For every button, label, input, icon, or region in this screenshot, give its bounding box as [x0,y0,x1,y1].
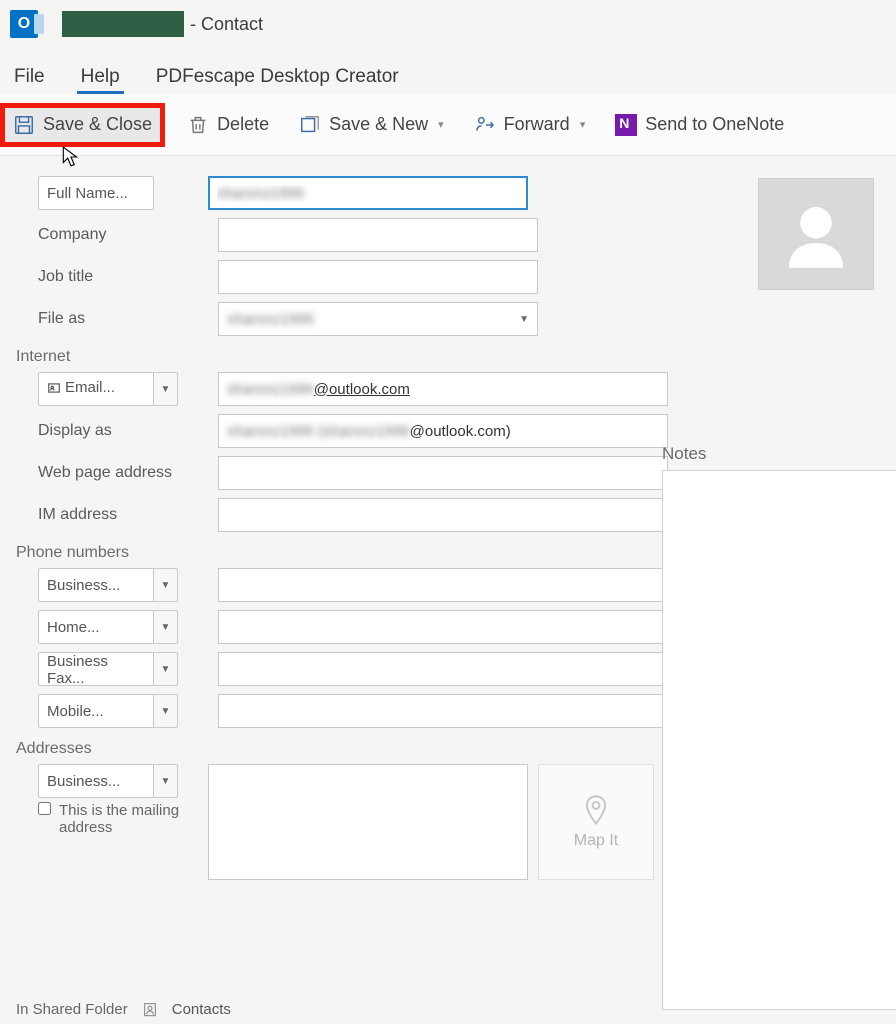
menu-bar: File Help PDFescape Desktop Creator [0,48,896,94]
delete-button[interactable]: Delete [179,108,277,142]
title-suffix: - Contact [190,14,263,35]
file-as-value: sharonz1996 [227,311,314,328]
outlook-icon [10,10,38,38]
address-business-button[interactable]: Business... [38,764,154,798]
save-and-new-label: Save & New [329,114,428,135]
phone-section-label: Phone numbers [16,544,742,562]
send-to-onenote-button[interactable]: Send to OneNote [607,108,792,142]
contacts-folder-icon [142,1000,158,1018]
web-page-input[interactable] [218,456,668,490]
chevron-down-icon: ▼ [519,314,529,325]
title-redacted-name [62,11,184,37]
phone-home-input[interactable] [218,610,668,644]
phone-mobile-dropdown[interactable]: ▼ [154,694,178,728]
save-new-icon [299,114,321,136]
job-title-input[interactable] [218,260,538,294]
save-and-close-button[interactable]: Save & Close [0,103,165,147]
contact-card-icon [47,381,61,395]
avatar-placeholder-icon [780,198,852,270]
menu-help[interactable]: Help [77,60,124,94]
job-title-label: Job title [38,268,188,286]
phone-fax-button[interactable]: Business Fax... [38,652,154,686]
notes-label: Notes [662,444,896,464]
web-page-label: Web page address [38,464,188,482]
send-to-onenote-label: Send to OneNote [645,114,784,135]
onenote-icon [615,114,637,136]
phone-business-dropdown[interactable]: ▼ [154,568,178,602]
save-and-close-label: Save & Close [43,114,152,135]
phone-home-dropdown[interactable]: ▼ [154,610,178,644]
phone-home-combo[interactable]: Home... ▼ [38,610,178,644]
status-folder-label: In Shared Folder [16,1001,128,1018]
save-icon [13,114,35,136]
im-address-input[interactable] [218,498,668,532]
full-name-input[interactable] [208,176,528,210]
forward-button[interactable]: Forward ▾ [466,108,594,142]
addresses-section-label: Addresses [16,740,742,758]
chevron-down-icon[interactable]: ▾ [580,118,586,131]
forward-label: Forward [504,114,570,135]
phone-fax-combo[interactable]: Business Fax... ▼ [38,652,178,686]
file-as-select[interactable]: sharonz1996 ▼ [218,302,538,336]
title-bar: - Contact [0,0,896,48]
email-dropdown[interactable]: ▼ [154,372,178,406]
status-contacts-label[interactable]: Contacts [172,1001,231,1018]
ribbon-toolbar: Save & Close Delete Save & New ▾ Forward… [0,94,896,156]
display-as-input[interactable]: sharonz1996 (sharonz1996@outlook.com) [218,414,668,448]
email-button[interactable]: Email... [38,372,154,406]
file-as-label: File as [38,310,188,328]
address-dropdown[interactable]: ▼ [154,764,178,798]
phone-business-input[interactable] [218,568,668,602]
address-type-combo[interactable]: Business... ▼ [38,764,178,798]
menu-pdfescape[interactable]: PDFescape Desktop Creator [152,60,403,94]
company-label: Company [38,226,188,244]
email-input[interactable]: sharonz1996@outlook.com [218,372,668,406]
phone-business-combo[interactable]: Business... ▼ [38,568,178,602]
phone-fax-dropdown[interactable]: ▼ [154,652,178,686]
phone-mobile-button[interactable]: Mobile... [38,694,154,728]
mailing-address-check-input[interactable] [38,802,51,815]
notes-panel: Notes [662,444,896,996]
forward-icon [474,114,496,136]
contact-avatar[interactable] [758,178,874,290]
notes-textarea[interactable] [662,470,896,1010]
map-it-label: Map It [574,832,618,850]
email-type-combo[interactable]: Email... ▼ [38,372,178,406]
phone-fax-input[interactable] [218,652,668,686]
phone-mobile-combo[interactable]: Mobile... ▼ [38,694,178,728]
im-address-label: IM address [38,506,188,524]
internet-section-label: Internet [16,348,742,366]
mailing-address-checkbox[interactable]: This is the mailing address [38,802,198,836]
trash-icon [187,114,209,136]
map-pin-icon [582,794,610,826]
save-and-new-button[interactable]: Save & New ▾ [291,108,452,142]
chevron-down-icon[interactable]: ▾ [438,118,444,131]
phone-business-button[interactable]: Business... [38,568,154,602]
delete-label: Delete [217,114,269,135]
status-bar: In Shared Folder Contacts [16,1000,231,1018]
full-name-button[interactable]: Full Name... [38,176,154,210]
address-textarea[interactable] [208,764,528,880]
company-input[interactable] [218,218,538,252]
display-as-label: Display as [38,422,188,440]
mailing-address-label: This is the mailing address [59,802,198,836]
map-it-button[interactable]: Map It [538,764,654,880]
menu-file[interactable]: File [10,60,49,94]
phone-home-button[interactable]: Home... [38,610,154,644]
phone-mobile-input[interactable] [218,694,668,728]
